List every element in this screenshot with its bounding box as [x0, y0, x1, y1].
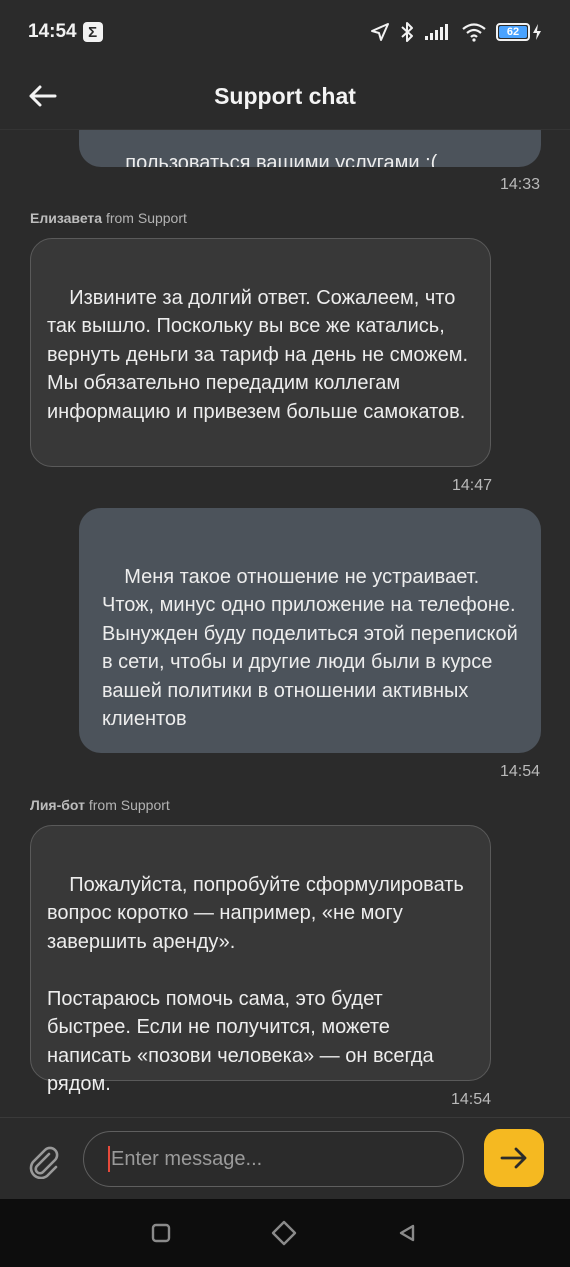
- chat-header: Support chat: [0, 64, 570, 130]
- paperclip-icon: [29, 1146, 59, 1179]
- message-time: 14:47: [452, 477, 493, 494]
- text-caret: [108, 1146, 110, 1172]
- bluetooth-icon: [401, 22, 413, 42]
- nav-recents-button[interactable]: [145, 1217, 177, 1249]
- arrow-left-icon: [29, 85, 57, 107]
- triangle-left-icon: [399, 1224, 415, 1242]
- status-time: 14:54: [28, 21, 77, 42]
- attach-button[interactable]: [24, 1142, 64, 1182]
- status-left: 14:54 Σ: [28, 21, 103, 43]
- nav-back-button[interactable]: [391, 1217, 423, 1249]
- message-text: Пожалуйста, попробуйте сформулировать во…: [47, 873, 464, 1096]
- battery-level: 62: [499, 26, 527, 38]
- message-time: 14:54: [451, 1091, 492, 1108]
- message-sender: Лия-бот from Support: [30, 797, 170, 813]
- battery-body: 62: [496, 23, 530, 41]
- charging-icon: [533, 24, 541, 40]
- nav-home-button[interactable]: [268, 1217, 300, 1249]
- send-button[interactable]: [484, 1129, 544, 1187]
- message-input[interactable]: [111, 1147, 431, 1171]
- message-time: 14:54: [500, 763, 541, 780]
- location-icon: [371, 23, 389, 41]
- message-input-container[interactable]: [83, 1131, 464, 1187]
- message-text: пользоваться вашими услугами :(: [125, 151, 438, 168]
- message-text: Меня такое отношение не устраивает. Чтож…: [102, 565, 518, 731]
- outgoing-message-bubble: Меня такое отношение не устраивает. Чтож…: [79, 508, 541, 753]
- sender-name: Лия-бот: [30, 797, 85, 813]
- message-text: Извините за долгий ответ. Сожалеем, что …: [47, 286, 469, 423]
- message-sender: Елизавета from Support: [30, 210, 187, 226]
- status-bar: 14:54 Σ 62: [0, 0, 570, 64]
- incoming-message-bubble: Извините за долгий ответ. Сожалеем, что …: [30, 238, 491, 467]
- sender-suffix: from Support: [88, 797, 170, 813]
- diamond-icon: [271, 1220, 297, 1246]
- system-navigation-bar: [0, 1199, 570, 1267]
- sender-name: Елизавета: [30, 210, 103, 226]
- arrow-right-icon: [500, 1147, 527, 1169]
- status-icons: 62: [370, 21, 542, 43]
- chat-messages[interactable]: пользоваться вашими услугами :( 14:33 Ел…: [0, 130, 570, 1117]
- message-composer: [0, 1117, 570, 1199]
- incoming-message-bubble: Пожалуйста, попробуйте сформулировать во…: [30, 825, 491, 1095]
- outgoing-message-bubble: пользоваться вашими услугами :(: [79, 130, 541, 167]
- sender-suffix: from Support: [105, 210, 187, 226]
- back-button[interactable]: [22, 76, 62, 116]
- battery-indicator: 62: [496, 23, 542, 41]
- wifi-icon: [462, 23, 486, 42]
- message-time: 14:33: [500, 176, 541, 193]
- page-title: Support chat: [214, 83, 356, 109]
- sigma-notification-icon: Σ: [82, 22, 103, 42]
- square-icon: [151, 1223, 171, 1243]
- signal-icon: [425, 24, 448, 40]
